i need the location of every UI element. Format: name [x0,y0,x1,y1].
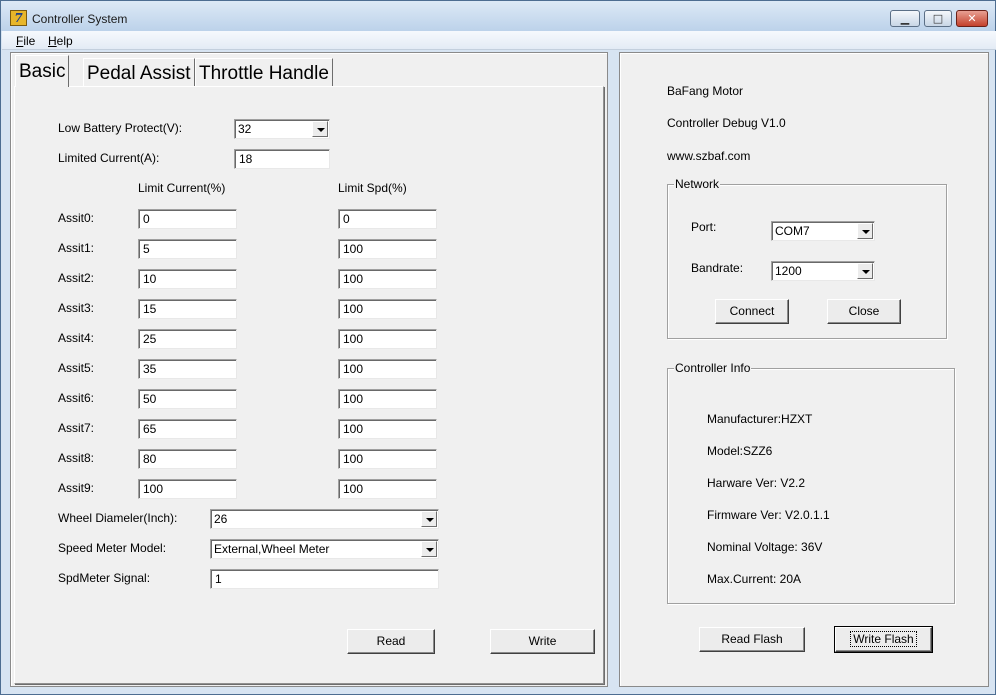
connect-button[interactable]: Connect [715,299,789,324]
assist-speed-field[interactable]: 100 [338,299,437,319]
manufacturer-label: Manufacturer:HZXT [707,412,813,426]
nominal-voltage-label: Nominal Voltage: 36V [707,540,823,554]
assist-current-field[interactable]: 100 [138,479,237,499]
basic-tab-content: Low Battery Protect(V): 32 Limited Curre… [14,86,604,684]
assist-speed-field[interactable]: 100 [338,389,437,409]
assist-label: Assit4: [58,331,95,345]
website-label: www.szbaf.com [667,149,751,163]
chevron-down-icon[interactable] [421,541,437,557]
wheel-diameter-label: Wheel Diameler(Inch): [58,511,178,525]
port-label: Port: [691,220,717,234]
spdmeter-signal-label: SpdMeter Signal: [58,571,151,585]
assist-current-field[interactable]: 5 [138,239,237,259]
network-group: Network Port: COM7 Bandrate: 1200 Connec… [667,177,947,339]
speed-meter-model-label: Speed Meter Model: [58,541,167,555]
assist-current-field[interactable]: 80 [138,449,237,469]
baudrate-select[interactable]: 1200 [771,261,875,281]
chevron-down-icon[interactable] [857,263,873,279]
assist-speed-field[interactable]: 100 [338,269,437,289]
read-button[interactable]: Read [347,629,435,654]
close-window-button[interactable]: ✕ [956,10,988,27]
speed-meter-model-select[interactable]: External,Wheel Meter [210,539,439,559]
chevron-down-icon[interactable] [312,121,328,137]
controller-info-title: Controller Info [674,361,752,375]
assist-speed-field[interactable]: 100 [338,359,437,379]
window-title: Controller System [32,12,128,26]
assist-speed-field[interactable]: 100 [338,479,437,499]
write-button[interactable]: Write [490,629,595,654]
port-select[interactable]: COM7 [771,221,875,241]
hardware-version-label: Harware Ver: V2.2 [707,476,806,490]
low-battery-select[interactable]: 32 [234,119,330,139]
tab-pedal-assist[interactable]: Pedal Assist [83,58,195,87]
low-battery-label: Low Battery Protect(V): [58,121,183,135]
assist-speed-field[interactable]: 100 [338,329,437,349]
assist-current-field[interactable]: 25 [138,329,237,349]
debug-version-label: Controller Debug V1.0 [667,116,786,130]
assist-current-field[interactable]: 50 [138,389,237,409]
spdmeter-signal-field[interactable]: 1 [210,569,439,589]
limit-speed-header: Limit Spd(%) [338,181,407,195]
assist-current-field[interactable]: 0 [138,209,237,229]
firmware-version-label: Firmware Ver: V2.0.1.1 [707,508,830,522]
assist-speed-field[interactable]: 100 [338,239,437,259]
settings-panel: Basic Pedal Assist Throttle Handle Low B… [10,52,608,687]
assist-current-field[interactable]: 10 [138,269,237,289]
limited-current-label: Limited Current(A): [58,151,160,165]
assist-speed-field[interactable]: 0 [338,209,437,229]
controller-info-group: Controller Info Manufacturer:HZXT Model:… [667,361,955,604]
assist-current-field[interactable]: 35 [138,359,237,379]
wheel-diameter-select[interactable]: 26 [210,509,439,529]
menu-file[interactable]: File [16,34,35,48]
chevron-down-icon[interactable] [857,223,873,239]
app-logo-icon: 7 [10,10,27,26]
assist-current-field[interactable]: 15 [138,299,237,319]
assist-speed-field[interactable]: 100 [338,419,437,439]
chevron-down-icon[interactable] [421,511,437,527]
write-flash-button[interactable]: Write Flash [834,626,933,653]
limited-current-field[interactable]: 18 [234,149,330,169]
assist-label: Assit7: [58,421,95,435]
close-button[interactable]: Close [827,299,901,324]
assist-label: Assit1: [58,241,95,255]
brand-label: BaFang Motor [667,84,744,98]
maximize-button[interactable]: □ [924,10,952,27]
menu-bar: File Help [2,31,996,50]
max-current-label: Max.Current: 20A [707,572,802,586]
assist-label: Assit9: [58,481,95,495]
assist-current-field[interactable]: 65 [138,419,237,439]
assist-label: Assit2: [58,271,95,285]
assist-label: Assit3: [58,301,95,315]
title-bar[interactable]: 7 Controller System ▁ □ ✕ [1,1,995,31]
model-label: Model:SZZ6 [707,444,773,458]
assist-label: Assit8: [58,451,95,465]
tab-throttle-handle[interactable]: Throttle Handle [195,58,333,87]
tab-basic[interactable]: Basic [15,55,70,87]
write-flash-label: Write Flash [850,631,917,647]
network-group-title: Network [674,177,721,191]
connection-panel: BaFang Motor Controller Debug V1.0 www.s… [619,52,989,687]
read-flash-button[interactable]: Read Flash [699,627,805,652]
menu-help[interactable]: Help [48,34,73,48]
baudrate-label: Bandrate: [691,261,744,275]
limit-current-header: Limit Current(%) [138,181,226,195]
assist-label: Assit5: [58,361,95,375]
assist-speed-field[interactable]: 100 [338,449,437,469]
minimize-button[interactable]: ▁ [890,10,920,27]
assist-label: Assit6: [58,391,95,405]
main-window: 7 Controller System ▁ □ ✕ File Help Basi… [0,0,996,695]
assist-label: Assit0: [58,211,95,225]
